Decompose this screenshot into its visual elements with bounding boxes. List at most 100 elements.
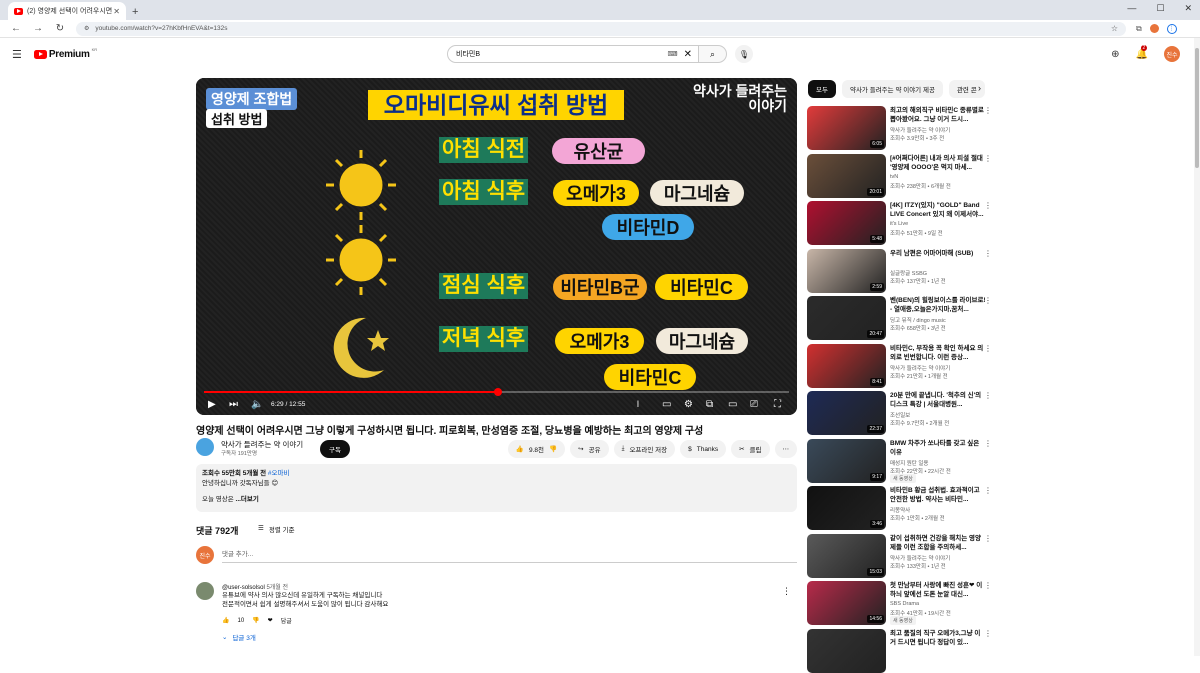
- recommended-video[interactable]: 20:01 [#어쩌다어른] 내과 의사 피셜 절대 '영양제 OOOO'은 먹지…: [807, 153, 992, 198]
- chip-channel[interactable]: 약사가 들려주는 약 이야기 제공: [841, 80, 943, 98]
- subtitles-icon[interactable]: ▭: [662, 399, 671, 410]
- reload-icon[interactable]: ↻: [54, 23, 66, 34]
- more-options-icon[interactable]: ⋮: [984, 249, 992, 258]
- video-thumbnail[interactable]: 20:47: [807, 296, 886, 340]
- miniplayer-icon[interactable]: ⧉: [706, 399, 713, 410]
- more-options-icon[interactable]: ⋮: [984, 439, 992, 448]
- video-title[interactable]: 비타민B 황금 섭취법. 효과적이고 안전한 방법. 약사는 비타민...: [890, 486, 986, 504]
- reply-button[interactable]: 답글: [281, 616, 292, 625]
- new-tab-icon[interactable]: +: [132, 6, 138, 18]
- maximize-icon[interactable]: ☐: [1156, 3, 1164, 14]
- close-tab-icon[interactable]: ✕: [113, 7, 120, 16]
- video-thumbnail[interactable]: 14:56: [807, 581, 886, 625]
- voice-search-button[interactable]: 🎙: [735, 45, 753, 63]
- sort-button[interactable]: ☰ 정렬 기준: [258, 524, 295, 534]
- description-box[interactable]: 조회수 55만회 5개월 전 #오마비 안녕하십니까 갓독자님들 😊 오늘 영상…: [196, 464, 797, 512]
- video-thumbnail[interactable]: 8:41: [807, 343, 886, 388]
- video-channel[interactable]: it's Live: [890, 221, 908, 227]
- thumbs-down-icon[interactable]: 👎: [549, 445, 557, 453]
- comment-like-icon[interactable]: 👍: [222, 617, 229, 624]
- video-title[interactable]: 첫 만남부터 사랑에 빠진 성훈❤ 이하늬 앞에선 도톤 눈알 대신...: [890, 581, 986, 599]
- video-thumbnail[interactable]: 20:01: [807, 153, 886, 198]
- search-button[interactable]: ⌕: [699, 45, 727, 63]
- play-icon[interactable]: ▶: [208, 399, 216, 410]
- video-channel[interactable]: 리몽약사: [890, 506, 910, 514]
- url-field[interactable]: ⚙ youtube.com/watch?v=27hKbfHnEVA&t=132s…: [76, 21, 1126, 36]
- chevron-right-icon[interactable]: ›: [978, 83, 981, 93]
- video-thumbnail[interactable]: 15:03: [807, 533, 886, 578]
- show-more[interactable]: ...더보기: [236, 496, 259, 503]
- recommended-video[interactable]: 14:56 첫 만남부터 사랑에 빠진 성훈❤ 이하늬 앞에선 도톤 눈알 대신.…: [807, 581, 992, 625]
- more-options-icon[interactable]: ⋮: [984, 296, 992, 305]
- video-title[interactable]: [4K] ITZY(있지) "GOLD" Band LIVE Concert 있…: [890, 201, 986, 219]
- video-title[interactable]: 같이 섭취하면 건강을 해치는 영양제들 이런 조합을 주의하세...: [890, 534, 986, 552]
- recommended-video[interactable]: 2:59 우리 남편은 어마어마해 (SUB) 실글랑글 SSBG 조회수 137만회…: [807, 248, 992, 293]
- chip-all[interactable]: 모두: [808, 80, 836, 98]
- video-title[interactable]: 비타민C, 부작용 꼭 확인 하세요 의외로 빈번합니다. 이런 증상...: [890, 344, 986, 362]
- more-options-icon[interactable]: ⋮: [984, 344, 992, 353]
- recommended-video[interactable]: 22:37 20분 만에 끝냅니다. '척추의 신'의 디스크 특강 | 서울대병…: [807, 391, 992, 435]
- fullscreen-icon[interactable]: ⛶: [774, 399, 781, 410]
- subscribe-button[interactable]: 구독: [320, 440, 350, 458]
- recommended-video[interactable]: 20:47 벤(BEN)의 힐링보이스를 라이브로! - 열애중,오늘은가지마,꿈…: [807, 296, 992, 340]
- scrollbar-thumb[interactable]: [1195, 48, 1199, 168]
- clip-button[interactable]: ✂ 클립: [731, 440, 770, 458]
- volume-icon[interactable]: 🔈: [251, 399, 263, 410]
- video-title[interactable]: 벤(BEN)의 힐링보이스를 라이브로! - 열애중,오늘은가지마,꿈처...: [890, 296, 986, 314]
- page-scrollbar[interactable]: [1194, 38, 1200, 656]
- recommended-video[interactable]: 5:48 [4K] ITZY(있지) "GOLD" Band LIVE Conce…: [807, 201, 992, 245]
- like-button[interactable]: 👍 9.8천 👎: [507, 440, 566, 458]
- more-actions-button[interactable]: ⋯: [774, 440, 797, 458]
- menu-icon[interactable]: ☰: [12, 48, 22, 61]
- more-options-icon[interactable]: ⋮: [984, 486, 992, 495]
- thanks-button[interactable]: $ Thanks: [680, 440, 727, 458]
- video-thumbnail[interactable]: 9:17: [807, 438, 886, 483]
- keyboard-icon[interactable]: ⌨: [668, 50, 678, 58]
- video-channel[interactable]: 약사가 들려주는 약 이야기: [890, 364, 950, 372]
- video-thumbnail[interactable]: [807, 628, 886, 673]
- video-thumbnail[interactable]: 3:46: [807, 486, 886, 530]
- minimize-icon[interactable]: —: [1127, 3, 1136, 14]
- profile-icon[interactable]: [1149, 24, 1159, 33]
- video-title[interactable]: [#어쩌다어른] 내과 의사 피셜 절대 '영양제 OOOO'은 먹지 마세..…: [890, 154, 986, 172]
- more-options-icon[interactable]: ⋮: [984, 106, 992, 115]
- video-title[interactable]: 20분 만에 끝냅니다. '척추의 신'의 디스크 특강 | 서울대병원...: [890, 391, 986, 409]
- comment-dislike-icon[interactable]: 👎: [252, 617, 259, 624]
- replies-toggle[interactable]: ⌄ 답글 3개: [222, 632, 256, 642]
- comment-more-icon[interactable]: ⋮: [782, 586, 791, 597]
- recommended-video[interactable]: 8:41 비타민C, 부작용 꼭 확인 하세요 의외로 빈번합니다. 이런 증상.…: [807, 343, 992, 388]
- progress-bar[interactable]: [204, 388, 789, 396]
- cast-icon[interactable]: ⎚: [750, 399, 758, 410]
- forward-icon[interactable]: →: [32, 23, 44, 34]
- more-options-icon[interactable]: ⋮: [984, 581, 992, 590]
- close-window-icon[interactable]: ✕: [1184, 3, 1192, 14]
- video-channel[interactable]: 조선일보: [890, 411, 910, 419]
- recommended-video[interactable]: 최고 품질의 직구 오메가3,그냥 이거 드시면 됩니다 정답이 있... ⋮: [807, 628, 992, 673]
- share-button[interactable]: ↪ 공유: [570, 440, 609, 458]
- video-channel[interactable]: 딩고 뮤직 / dingo music: [890, 316, 946, 324]
- video-title[interactable]: 최고의 해외직구 비타민C 종류별로 뽑아봤어요. 그냥 이거 드시...: [890, 106, 986, 124]
- theater-mode-icon[interactable]: ▭: [728, 399, 737, 410]
- recommended-video[interactable]: 9:17 BMW 차주가 쏘나타를 갖고 싶은 이유 매성지 원탄 일용 조회수 22…: [807, 438, 992, 483]
- more-options-icon[interactable]: ⋮: [984, 201, 992, 210]
- recommended-video[interactable]: 3:46 비타민B 황금 섭취법. 효과적이고 안전한 방법. 약사는 비타민..…: [807, 486, 992, 530]
- video-channel[interactable]: 매성지 원탄 일용: [890, 459, 928, 467]
- browser-tab[interactable]: (2) 영양제 선택이 어려우시면 ✕: [8, 2, 126, 20]
- more-options-icon[interactable]: ⋮: [984, 534, 992, 543]
- offline-save-button[interactable]: ⤓ 오프라인 저장: [613, 440, 676, 458]
- create-icon[interactable]: ⊕: [1111, 49, 1119, 60]
- site-info-icon[interactable]: ⚙: [84, 25, 89, 32]
- search-input[interactable]: 비타민B ⌨ ✕: [447, 45, 699, 63]
- comment-input[interactable]: 댓글 추가...: [222, 548, 797, 563]
- clear-search-icon[interactable]: ✕: [684, 49, 692, 60]
- video-title[interactable]: BMW 차주가 쏘나타를 갖고 싶은 이유: [890, 439, 986, 457]
- progress-handle[interactable]: [493, 388, 502, 396]
- settings-icon[interactable]: ⚙: [684, 399, 693, 410]
- next-icon[interactable]: ⏭: [229, 399, 238, 410]
- video-thumbnail[interactable]: 22:37: [807, 391, 886, 435]
- video-channel[interactable]: tvN: [890, 174, 898, 180]
- video-thumbnail[interactable]: 6:05: [807, 106, 886, 150]
- more-options-icon[interactable]: ⋮: [984, 154, 992, 163]
- channel-avatar[interactable]: [196, 438, 214, 456]
- video-channel[interactable]: 약사가 들려주는 약 이야기: [890, 554, 950, 562]
